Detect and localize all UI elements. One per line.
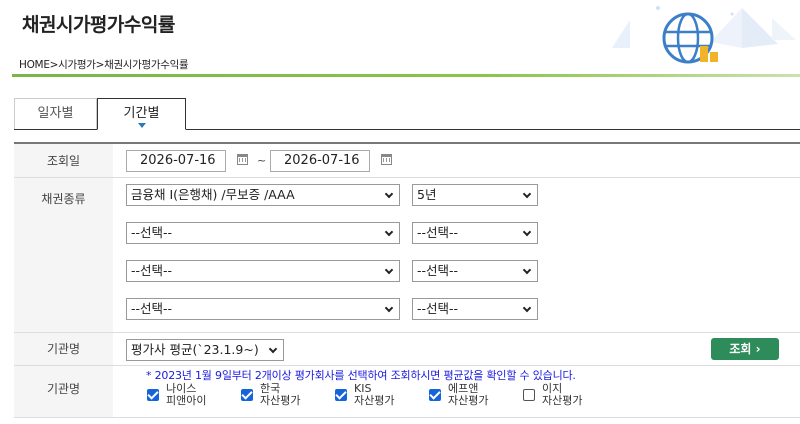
chevron-down-icon xyxy=(522,265,532,275)
header-divider xyxy=(12,74,800,77)
page-header: 채권시가평가수익률 HOME>시가평가>채권시가평가수익률 xyxy=(0,0,800,78)
chevron-down-icon xyxy=(522,189,532,199)
chevron-down-icon xyxy=(384,265,394,275)
chevron-down-icon xyxy=(384,227,394,237)
chevron-down-icon xyxy=(384,303,394,313)
organization-row: 기관명 평가사 평균(`23.1.9~) 조회 › xyxy=(14,333,800,366)
date-label: 조회일 xyxy=(14,144,113,177)
chevron-down-icon xyxy=(522,227,532,237)
bond-term-select-1[interactable]: 5년 xyxy=(412,184,538,206)
checkbox-unchecked-icon[interactable] xyxy=(523,389,535,401)
search-button[interactable]: 조회 › xyxy=(711,338,779,360)
checkbox-checked-icon[interactable] xyxy=(429,389,441,401)
end-date-input[interactable]: 2026-07-16 xyxy=(270,150,370,172)
search-form: 조회일 2026-07-16 ~ 2026-07-16 채권종류 금융채 I(은… xyxy=(14,142,800,418)
bond-type-select-2[interactable]: --선택-- xyxy=(126,222,400,244)
average-notice: * 2023년 1월 9일부터 2개이상 평가회사를 선택하여 조회하시면 평균… xyxy=(146,369,576,382)
bond-term-select-3[interactable]: --선택-- xyxy=(412,260,538,282)
active-tab-indicator-icon xyxy=(138,123,146,128)
bond-type-row: 채권종류 금융채 I(은행채) /무보증 /AAA 5년 --선택-- --선택… xyxy=(14,178,800,333)
checkbox-checked-icon[interactable] xyxy=(241,389,253,401)
bond-type-label: 채권종류 xyxy=(14,178,113,332)
organization-label: 기관명 xyxy=(14,333,113,365)
tab-period[interactable]: 기간별 xyxy=(97,98,186,130)
end-calendar-icon[interactable] xyxy=(381,154,392,165)
tab-period-label: 기간별 xyxy=(123,106,160,121)
start-calendar-icon[interactable] xyxy=(237,154,248,165)
breadcrumb: HOME>시가평가>채권시가평가수익률 xyxy=(19,59,189,71)
bond-term-select-4[interactable]: --선택-- xyxy=(412,298,538,320)
tab-daily[interactable]: 일자별 xyxy=(14,98,97,129)
checkbox-checked-icon[interactable] xyxy=(147,389,159,401)
bond-type-select-3[interactable]: --선택-- xyxy=(126,260,400,282)
tab-bar: 일자별 기간별 xyxy=(14,98,800,130)
chevron-down-icon xyxy=(268,344,278,354)
evaluator-label: 기관명 xyxy=(14,366,113,417)
date-separator: ~ xyxy=(257,154,267,167)
checkbox-checked-icon[interactable] xyxy=(335,389,347,401)
organization-select[interactable]: 평가사 평균(`23.1.9~) xyxy=(126,339,284,361)
bond-type-select-4[interactable]: --선택-- xyxy=(126,298,400,320)
bond-type-select-1[interactable]: 금융채 I(은행채) /무보증 /AAA xyxy=(126,184,400,206)
chevron-down-icon xyxy=(522,303,532,313)
start-date-input[interactable]: 2026-07-16 xyxy=(126,150,226,172)
page-title: 채권시가평가수익률 xyxy=(22,14,175,36)
evaluator-row: 기관명 * 2023년 1월 9일부터 2개이상 평가회사를 선택하여 조회하시… xyxy=(14,366,800,418)
date-row: 조회일 2026-07-16 ~ 2026-07-16 xyxy=(14,144,800,178)
chevron-down-icon xyxy=(384,189,394,199)
bond-term-select-2[interactable]: --선택-- xyxy=(412,222,538,244)
globe-illustration xyxy=(612,6,796,64)
